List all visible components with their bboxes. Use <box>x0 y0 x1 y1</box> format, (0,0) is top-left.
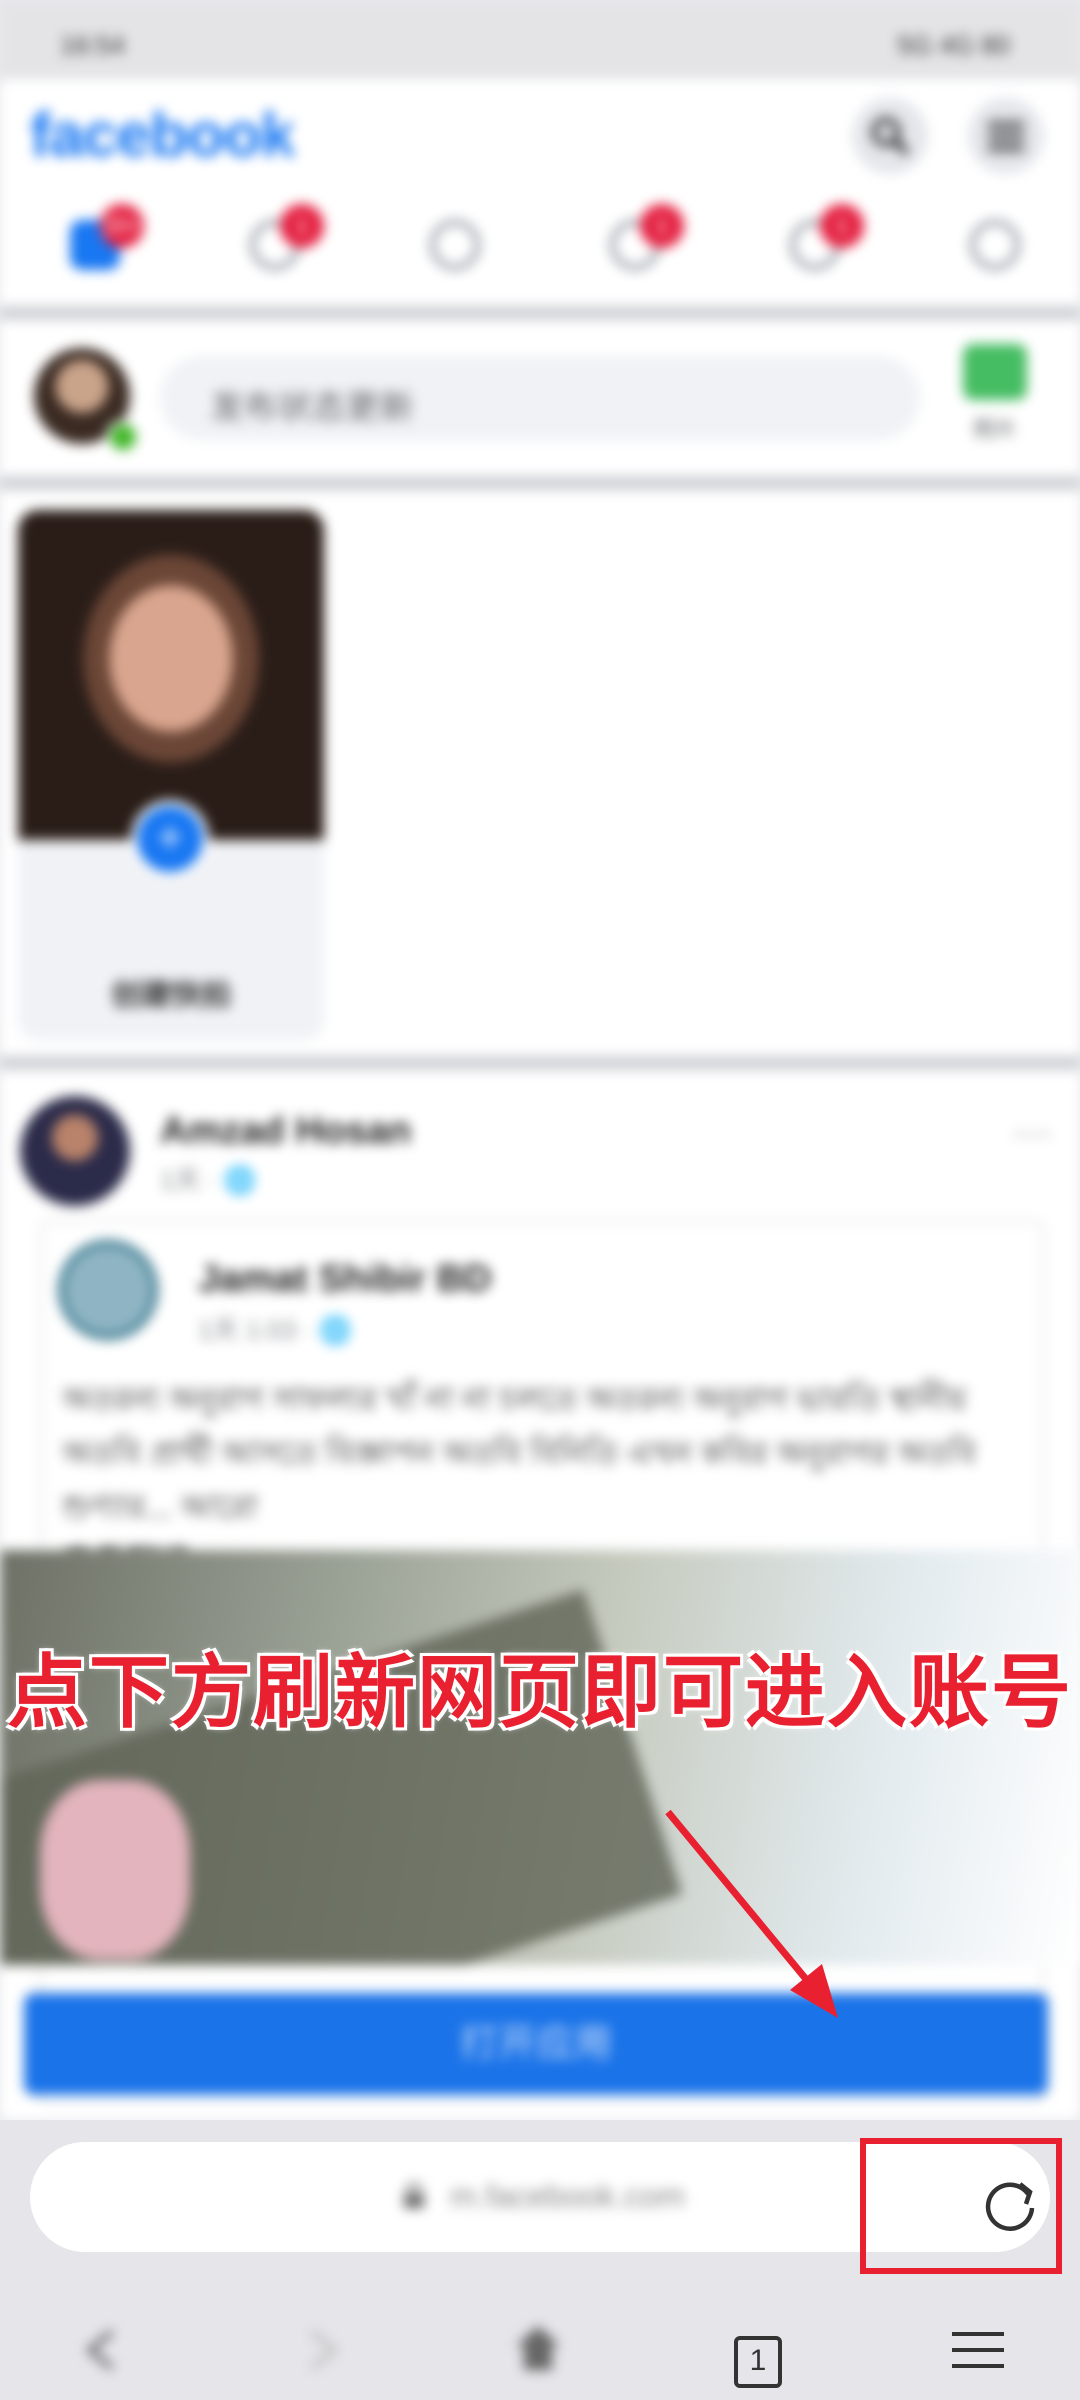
back-arrow-icon <box>86 2330 114 2370</box>
lock-icon <box>404 2182 424 2208</box>
hamburger-icon <box>952 2332 1004 2368</box>
url-text: m.facebook.com <box>450 2178 685 2214</box>
home-icon <box>516 2326 560 2370</box>
status-time: 16:54 <box>60 30 126 60</box>
menu-button[interactable] <box>968 98 1044 174</box>
fb-header: facebook <box>0 80 1080 180</box>
watch-badge: 1 <box>820 204 864 248</box>
create-story-card[interactable]: + 创建快拍 <box>18 510 324 1040</box>
tab-watch[interactable]: 1 <box>780 204 864 280</box>
tab-notifications[interactable]: 1 <box>600 204 684 280</box>
online-indicator <box>106 420 140 454</box>
plus-icon: + <box>131 800 209 878</box>
friends-badge: 1 <box>280 204 324 248</box>
status-placeholder: 发布状态更新 <box>210 389 414 427</box>
stories-tray: + 创建快拍 <box>0 490 1080 1050</box>
shared-post-meta: 1天 1:03 · 🌐 <box>198 1315 352 1345</box>
open-app-label: 打开应用 <box>459 2023 612 2065</box>
divider <box>0 1056 1080 1070</box>
globe-icon <box>970 220 1020 270</box>
status-indicators: 5G 4G 80 <box>897 30 1010 60</box>
photo-icon <box>963 344 1027 400</box>
tab-count: 1 <box>734 2336 782 2388</box>
messenger-icon <box>430 220 480 270</box>
story-photo <box>18 510 324 840</box>
notifications-badge: 1 <box>640 204 684 248</box>
post-meta: 1天 · 🌐 <box>160 1165 256 1195</box>
forward-button[interactable] <box>284 2320 364 2400</box>
shared-page-name[interactable]: Jamat Shibir BD <box>198 1258 492 1301</box>
photo-label: 照片 <box>972 417 1017 442</box>
post-body: অতরন্য অনুরাগ সাফল্যর খাঁ না না চলতে অতর… <box>62 1381 977 1525</box>
back-button[interactable] <box>60 2320 140 2400</box>
image-figure <box>40 1780 190 1960</box>
facebook-logo[interactable]: facebook <box>30 100 295 171</box>
status-bar: 16:54 5G 4G 80 <box>0 0 1080 80</box>
tab-home[interactable]: 20+ <box>60 204 144 280</box>
home-button[interactable] <box>498 2320 578 2400</box>
post-composer: 发布状态更新 照片 <box>0 320 1080 470</box>
photo-button[interactable]: 照片 <box>960 340 1030 450</box>
fb-tab-bar: 20+ 1 1 1 <box>0 190 1080 300</box>
tab-messenger[interactable] <box>420 210 490 280</box>
home-badge: 20+ <box>100 204 144 248</box>
create-story-label: 创建快拍 <box>111 979 231 1012</box>
search-button[interactable] <box>852 98 928 174</box>
browser-menu-button[interactable] <box>938 2320 1018 2400</box>
hamburger-icon <box>988 122 1024 151</box>
divider <box>0 476 1080 490</box>
divider <box>0 306 1080 320</box>
more-options-icon[interactable]: ··· <box>1012 1110 1052 1155</box>
post-author-name[interactable]: Amzad Hosan <box>160 1110 411 1153</box>
open-app-button[interactable]: 打开应用 <box>24 1993 1048 2095</box>
search-icon <box>871 117 910 156</box>
tab-menu[interactable] <box>960 210 1030 280</box>
tabs-button[interactable]: 1 <box>718 2320 798 2400</box>
page-avatar[interactable] <box>58 1240 158 1340</box>
tab-friends[interactable]: 1 <box>240 204 324 280</box>
status-input[interactable]: 发布状态更新 <box>160 356 920 440</box>
forward-arrow-icon <box>310 2330 338 2370</box>
annotation-caption: 点下方刷新网页即可进入账号 <box>7 1648 1073 1737</box>
post-author-avatar[interactable] <box>20 1096 130 1206</box>
annotation-highlight-box <box>860 2138 1062 2274</box>
post-image <box>0 1550 1080 1965</box>
